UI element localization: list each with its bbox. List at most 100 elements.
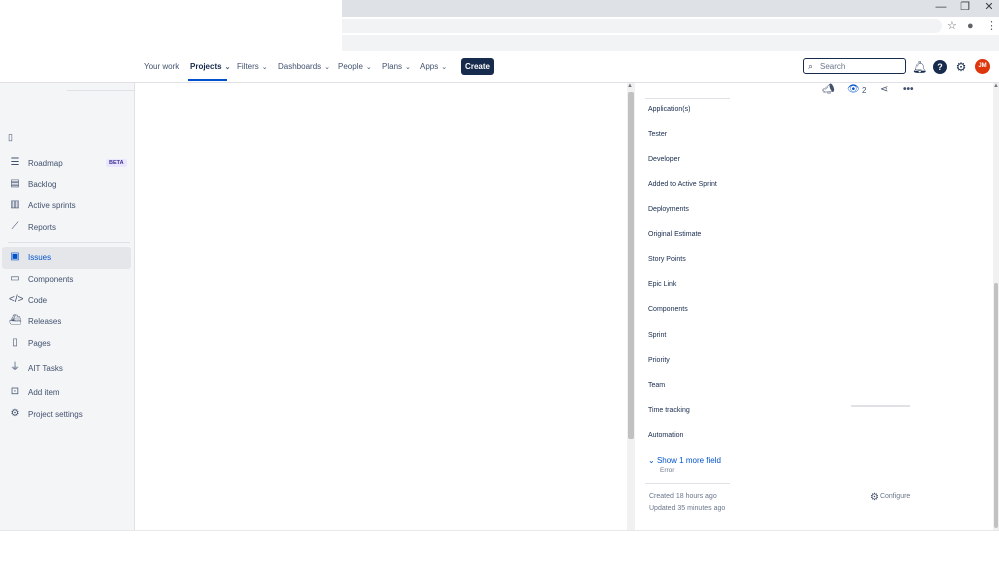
restore-icon[interactable]: ❐	[953, 0, 977, 14]
field-label-story-points: Story Points	[648, 256, 686, 263]
chevron-down-icon: ⌄	[441, 64, 448, 71]
browser-bookmark-bar	[342, 35, 999, 51]
sidebar-divider-top	[67, 90, 134, 91]
sidebar-item-active-sprints[interactable]: ▥ Active sprints	[2, 195, 131, 217]
page-scrollbar-thumb[interactable]	[994, 283, 998, 528]
sidebar-item-label: Pages	[28, 339, 51, 348]
search-icon: ⌕	[808, 61, 814, 71]
close-icon[interactable]: ✕	[977, 0, 999, 14]
issue-scrollbar-thumb[interactable]	[628, 92, 634, 439]
sidebar-item-pages[interactable]: ▯ Pages	[2, 333, 131, 355]
chevron-down-icon: ⌄	[365, 64, 372, 71]
nav-your-work[interactable]: Your work	[144, 62, 179, 71]
nav-filters[interactable]: Filters ⌄	[237, 62, 268, 71]
chevron-down-icon: ⌄	[324, 64, 331, 71]
sidebar-item-label: Roadmap	[28, 159, 63, 168]
sidebar-item-issues[interactable]: ▣ Issues	[2, 247, 131, 269]
updated-timestamp: Updated 35 minutes ago	[649, 505, 726, 512]
feedback-icon[interactable]: 📣︎	[822, 84, 835, 96]
sidebar-item-ait-tasks[interactable]: ⏚ AIT Tasks	[2, 358, 131, 380]
field-label-deployments: Deployments	[648, 206, 689, 213]
add-item-icon: ⊡	[10, 386, 20, 397]
pin-icon[interactable]: ▯	[8, 132, 13, 143]
reports-icon: ⟋	[11, 221, 19, 232]
sidebar-item-components[interactable]: ▭ Components	[2, 269, 131, 291]
sidebar-item-project-settings[interactable]: ⚙ Project settings	[2, 404, 131, 426]
nav-label: Dashboards	[278, 62, 322, 71]
sidebar-item-backlog[interactable]: ▤ Backlog	[2, 174, 131, 196]
code-icon: </>	[9, 294, 24, 305]
help-icon[interactable]: ?	[933, 60, 947, 74]
kebab-menu-icon[interactable]: ⋮	[986, 19, 997, 33]
watch-icon[interactable]: 👁︎	[847, 84, 860, 96]
minimize-icon[interactable]: —	[929, 0, 953, 14]
field-label-priority: Priority	[648, 357, 670, 364]
nav-apps[interactable]: Apps ⌄	[420, 62, 447, 71]
sidebar-item-add-item[interactable]: ⊡ Add item	[2, 382, 131, 404]
nav-label: Plans	[382, 62, 403, 71]
chevron-down-icon: ⌄	[648, 456, 657, 465]
sidebar-item-label: AIT Tasks	[28, 364, 63, 373]
profile-icon[interactable]: ●	[967, 19, 974, 33]
sidebar-item-label: Releases	[28, 317, 62, 326]
gear-icon: ⚙	[870, 492, 879, 503]
nav-label: Your work	[144, 62, 180, 71]
active-nav-indicator	[188, 79, 227, 81]
main-divider	[134, 83, 135, 530]
search-input[interactable]: ⌕ Search	[803, 58, 906, 74]
nav-plans[interactable]: Plans ⌄	[382, 62, 411, 71]
field-label-developer: Developer	[648, 156, 680, 163]
field-label-tester: Tester	[648, 131, 668, 138]
beta-badge: BETA	[106, 159, 127, 167]
share-icon[interactable]: ⋖	[880, 84, 888, 96]
field-label-sprint: Sprint	[648, 332, 667, 339]
details-divider	[645, 98, 730, 99]
created-timestamp: Created 18 hours ago	[649, 493, 717, 500]
chevron-down-icon: ⌄	[405, 64, 411, 71]
pages-icon: ▯	[12, 337, 18, 348]
sidebar-item-reports[interactable]: ⟋ Reports	[2, 217, 131, 239]
scroll-up-icon[interactable]: ▲	[627, 83, 633, 89]
sidebar-item-label: Backlog	[28, 180, 57, 189]
show-more-label: Show 1 more field	[656, 456, 721, 465]
field-label-applications: Application(s)	[648, 106, 691, 113]
sidebar-item-code[interactable]: </> Code	[2, 290, 131, 312]
watch-count[interactable]: 2	[862, 86, 866, 95]
chevron-down-icon: ⌄	[224, 64, 231, 71]
more-actions-icon[interactable]: •••	[903, 84, 914, 96]
avatar[interactable]: JM	[975, 59, 990, 74]
page-bottom-edge	[0, 530, 999, 531]
show-more-fields-button[interactable]: ⌄ Show 1 more field	[648, 456, 721, 465]
browser-tab-strip	[342, 0, 999, 17]
configure-button[interactable]: ⚙Configure	[870, 492, 910, 503]
field-label-components: Components	[648, 306, 688, 313]
releases-icon: ⛴	[9, 315, 22, 326]
issues-icon: ▣	[10, 251, 20, 262]
field-label-automation: Automation	[648, 432, 684, 439]
nav-dashboards[interactable]: Dashboards ⌄	[278, 62, 330, 71]
sidebar-item-label: Issues	[28, 253, 52, 262]
field-label-team: Team	[648, 382, 666, 389]
nav-projects[interactable]: Projects ⌄	[190, 62, 230, 71]
nav-label: Apps	[420, 62, 439, 71]
nav-label: People	[338, 62, 363, 71]
field-label-epic-link: Epic Link	[648, 281, 677, 288]
create-button[interactable]: Create	[461, 58, 494, 75]
sidebar-item-label: Active sprints	[28, 201, 76, 210]
nav-people[interactable]: People ⌄	[338, 62, 372, 71]
scroll-up-icon[interactable]: ▲	[993, 83, 999, 89]
components-icon: ▭	[10, 273, 20, 284]
sidebar-item-releases[interactable]: ⛴ Releases	[2, 311, 131, 333]
address-bar[interactable]	[342, 19, 942, 33]
time-tracking-bar[interactable]	[851, 405, 910, 407]
sidebar-item-roadmap[interactable]: ☰ Roadmap BETA	[2, 153, 131, 175]
star-icon[interactable]: ☆	[947, 19, 957, 33]
sidebar-item-label: Components	[28, 275, 74, 284]
notifications-icon[interactable]: 🔔︎	[912, 60, 927, 74]
field-label-original-estimate: Original Estimate	[648, 231, 702, 238]
field-label-added-to-active-sprint: Added to Active Sprint	[648, 181, 717, 188]
details-divider-bottom	[645, 483, 730, 484]
sidebar-item-label: Code	[28, 296, 48, 305]
error-text: Error	[660, 467, 675, 474]
settings-gear-icon[interactable]: ⚙	[954, 60, 968, 74]
